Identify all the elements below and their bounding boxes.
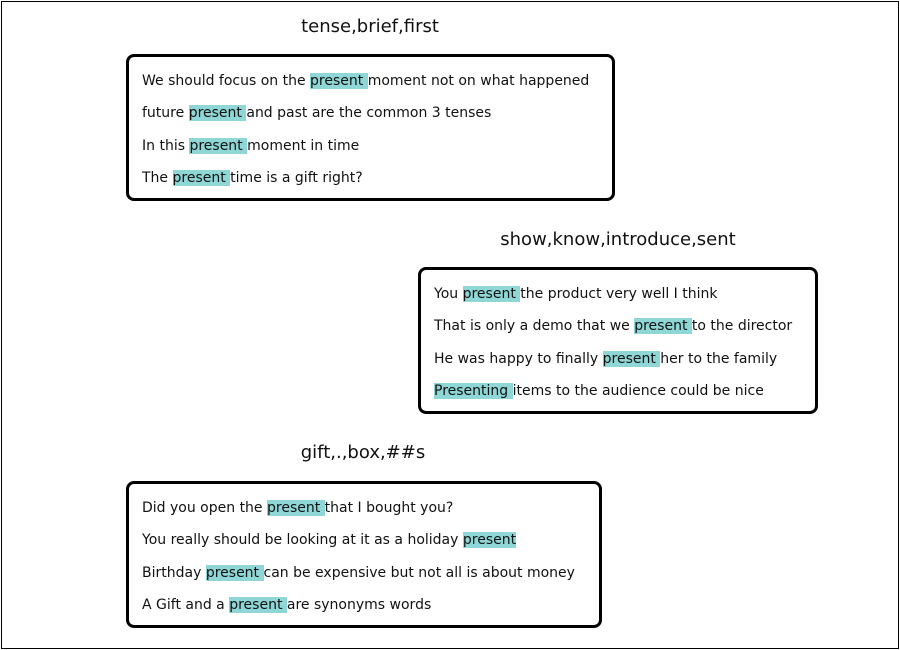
sentence-text-after: items to the audience could be nice [512,383,764,400]
sentence: He was happy to finally present her to t… [434,349,815,381]
sentence-text-before: He was happy to finally [434,350,603,367]
sentence: You present the product very well I thin… [434,284,815,316]
highlighted-word: present [462,532,517,549]
highlighted-word: present [602,350,661,367]
sentence-text-after: to the director [691,318,793,335]
highlighted-word: present [205,564,264,581]
sentence-text-after: time is a gift right? [230,170,363,187]
sentence: future present and past are the common 3… [142,103,612,135]
sentence-text-before: The [142,170,173,187]
group-title: tense,brief,first [301,16,439,37]
highlighted-word: present [267,500,325,516]
sentence-text-after: moment not on what happened [367,73,590,89]
sentence-text-before: You [434,286,463,302]
highlighted-word: present [229,597,287,614]
highlighted-word: present [634,318,692,335]
sentence: A Gift and a present are synonyms words [142,595,599,627]
sentence-text-after: that I bought you? [324,500,454,516]
highlighted-word: present [172,170,231,187]
highlighted-word: present [310,73,368,89]
sentence: In this present moment in time [142,136,612,168]
sentence-text-after: the product very well I think [520,286,718,302]
highlighted-word: present [189,137,248,154]
sentence-text-after: moment in time [247,137,360,154]
sentence: Did you open the present that I bought y… [142,498,599,530]
sentence-text-before: In this [142,137,190,154]
sentence: Presenting items to the audience could b… [434,381,815,413]
sentence: You really should be looking at it as a … [142,530,599,562]
sentence-box: Did you open the present that I bought y… [126,481,602,628]
sentence-text-before: That is only a demo that we [434,318,635,335]
sentence-text-before: We should focus on the [142,73,311,89]
highlighted-word: present [188,105,247,122]
sentence: We should focus on the present moment no… [142,71,612,103]
highlighted-word: Presenting [434,383,513,400]
sentence-text-before: You really should be looking at it as a … [142,532,463,549]
sentence-box: We should focus on the present moment no… [126,54,615,201]
group-title: gift,.,box,##s [300,442,426,463]
sentence-text-before: Birthday [142,564,206,581]
sentence-text-before: future [142,105,189,122]
sentence-text-after: her to the family [660,350,778,367]
sentence-text-before: Did you open the [142,500,267,516]
group-title: show,know,introduce,sent [500,229,736,250]
sentence-text-after: can be expensive but not all is about mo… [263,564,575,581]
sentence-text-before: A Gift and a [142,597,230,614]
sentence: That is only a demo that we present to t… [434,316,815,348]
highlighted-word: present [462,286,521,302]
sentence-box: You present the product very well I thin… [418,267,818,414]
sentence: The present time is a gift right? [142,168,612,200]
sentence: Birthday present can be expensive but no… [142,563,599,595]
sentence-text-after: and past are the common 3 tenses [246,105,492,122]
sentence-text-after: are synonyms words [286,597,432,614]
